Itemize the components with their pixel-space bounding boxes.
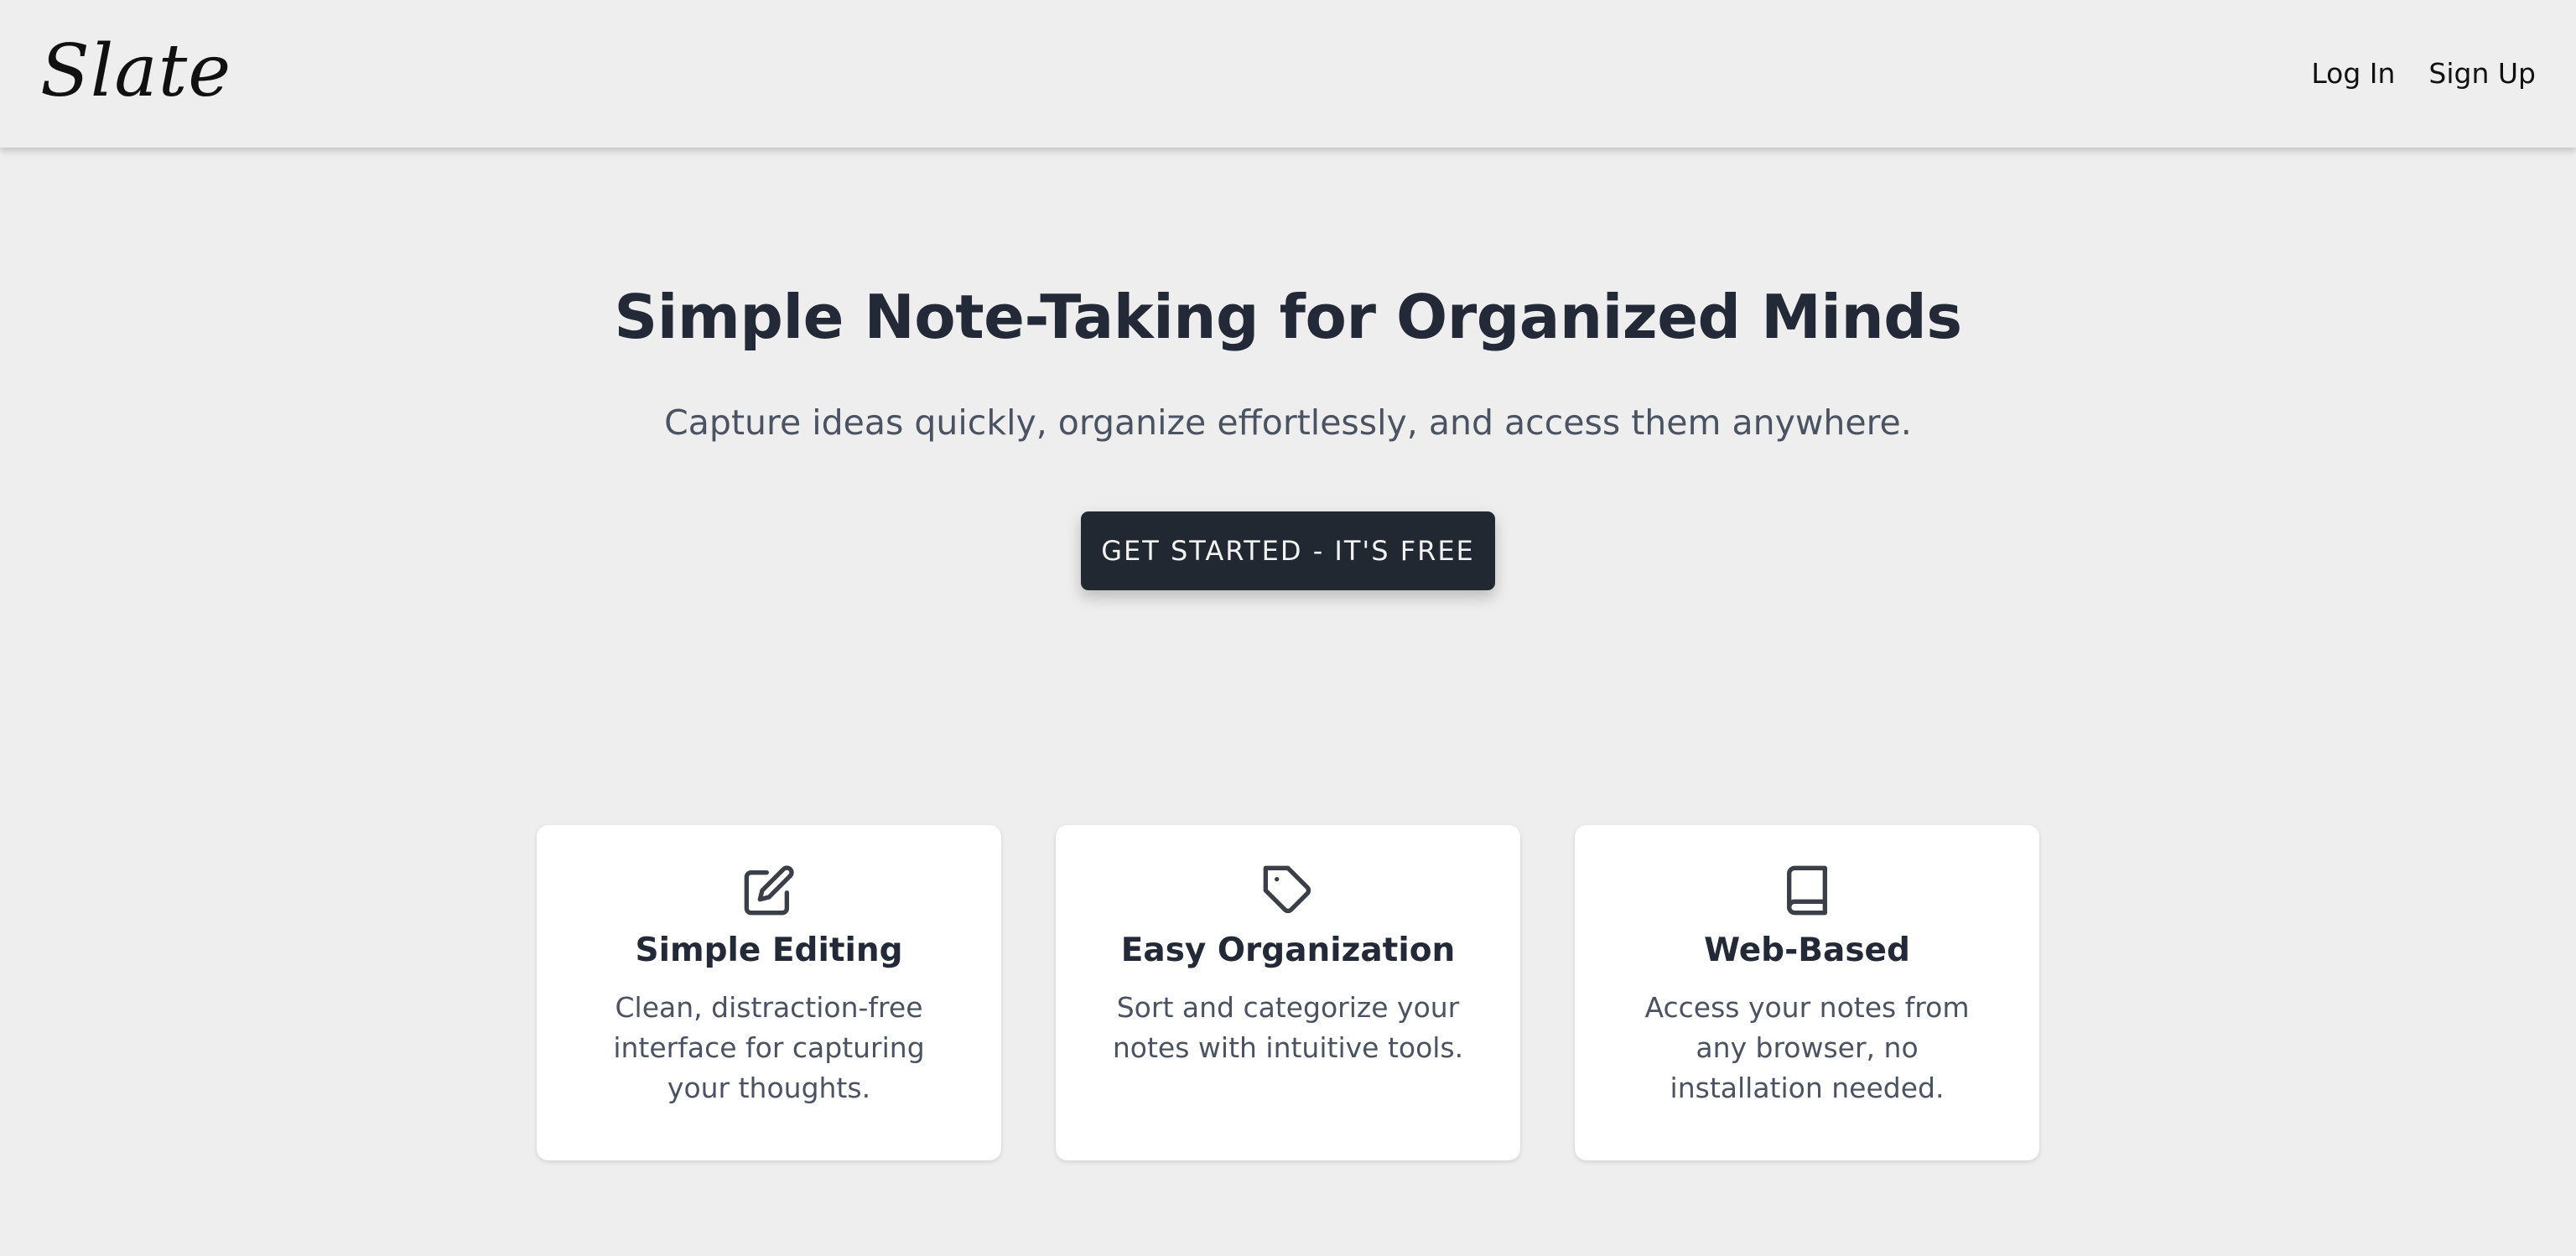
hero-title: Simple Note-Taking for Organized Minds [614,282,1962,352]
top-nav: Log In Sign Up [2311,54,2536,94]
feature-title: Web-Based [1704,932,1910,969]
features-section: Simple Editing Clean, distraction-free i… [537,825,2039,1160]
login-link[interactable]: Log In [2311,54,2395,94]
tag-icon [1261,864,1315,917]
feature-card-easy-organization: Easy Organization Sort and categorize yo… [1056,825,1520,1160]
feature-card-simple-editing: Simple Editing Clean, distraction-free i… [537,825,1001,1160]
logo[interactable]: Slate [40,25,231,117]
get-started-button[interactable]: GET STARTED - IT'S FREE [1081,511,1495,590]
feature-title: Simple Editing [635,932,903,969]
signup-link[interactable]: Sign Up [2428,54,2536,94]
edit-icon [742,864,796,917]
book-icon [1780,864,1834,917]
feature-description: Clean, distraction-free interface for ca… [613,991,925,1104]
feature-card-web-based: Web-Based Access your notes from any bro… [1575,825,2039,1160]
feature-title: Easy Organization [1120,932,1456,969]
hero-subtitle: Capture ideas quickly, organize effortle… [664,402,1912,443]
feature-description: Access your notes from any browser, no i… [1644,991,1970,1104]
site-header: Slate Log In Sign Up [0,0,2576,148]
feature-description: Sort and categorize your notes with intu… [1112,991,1464,1064]
